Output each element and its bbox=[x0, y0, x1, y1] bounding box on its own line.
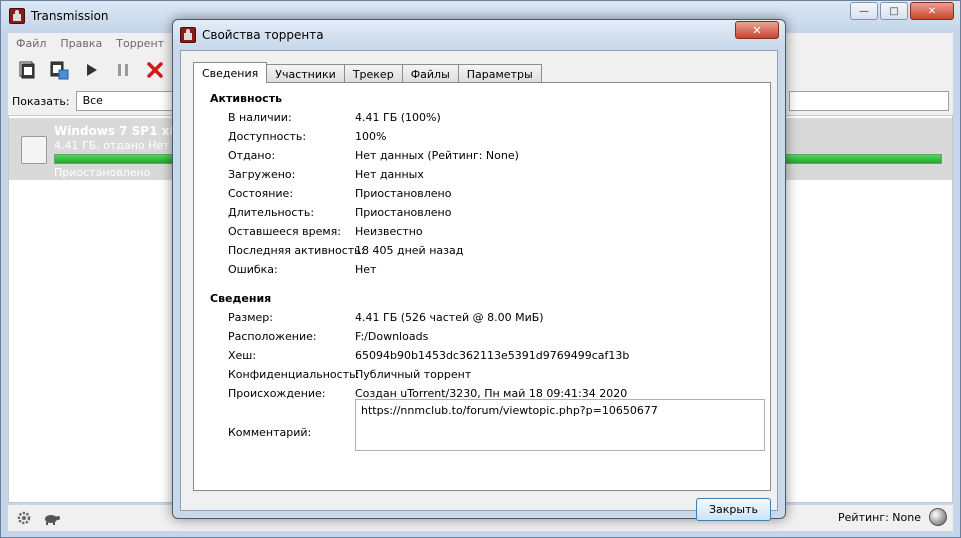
comment-textbox[interactable]: https://nnmclub.to/forum/viewtopic.php?p… bbox=[355, 399, 765, 451]
torrent-status: Приостановлено bbox=[54, 166, 151, 179]
open-torrent-icon bbox=[19, 61, 35, 79]
activity-value: Нет данных bbox=[355, 168, 424, 181]
main-window-title: Transmission bbox=[31, 9, 109, 23]
details-label: Хеш: bbox=[228, 349, 257, 362]
main-titlebar: Transmission bbox=[9, 5, 109, 27]
maximize-button[interactable]: □ bbox=[880, 2, 908, 20]
details-label: Происхождение: bbox=[228, 387, 326, 400]
remove-button[interactable] bbox=[144, 59, 166, 81]
tab-peers[interactable]: Участники bbox=[266, 64, 345, 83]
activity-label: Ошибка: bbox=[228, 263, 278, 276]
dialog-title: Свойства торрента bbox=[202, 28, 324, 42]
activity-label: Оставшееся время: bbox=[228, 225, 341, 238]
torrent-properties-dialog: Свойства торрента ✕ Сведения Участники Т… bbox=[172, 19, 786, 521]
activity-value: Неизвестно bbox=[355, 225, 423, 238]
pause-icon bbox=[118, 64, 128, 76]
activity-value: Нет bbox=[355, 263, 377, 276]
open-url-icon bbox=[50, 61, 69, 80]
torrent-file-icon bbox=[21, 136, 47, 164]
activity-label: Загружено: bbox=[228, 168, 296, 181]
activity-value: 4.41 ГБ (100%) bbox=[355, 111, 441, 124]
dialog-titlebar: Свойства торрента bbox=[180, 25, 324, 45]
menu-file[interactable]: Файл bbox=[16, 37, 46, 50]
start-button[interactable] bbox=[80, 59, 102, 81]
activity-label: В наличии: bbox=[228, 111, 292, 124]
details-value: 65094b90b1453dc362113e5391d9769499caf13b bbox=[355, 349, 630, 362]
gear-icon[interactable] bbox=[16, 510, 32, 526]
filter-label: Показать: bbox=[12, 94, 70, 108]
filter-select[interactable]: Все bbox=[75, 91, 186, 111]
details-panel: Активность В наличии: 4.41 ГБ (100%) Дос… bbox=[193, 82, 771, 491]
details-value: Публичный торрент bbox=[355, 368, 472, 381]
torrent-name: Windows 7 SP1 x86- bbox=[54, 124, 192, 138]
comment-label: Комментарий: bbox=[228, 426, 312, 439]
details-value: 4.41 ГБ (526 частей @ 8.00 МиБ) bbox=[355, 311, 544, 324]
details-heading: Сведения bbox=[210, 292, 272, 305]
activity-heading: Активность bbox=[210, 92, 283, 105]
activity-label: Отдано: bbox=[228, 149, 276, 162]
filter-search-input[interactable] bbox=[789, 91, 949, 111]
dialog-body: Сведения Участники Трекер Файлы Параметр… bbox=[180, 50, 778, 521]
window-controls: — □ ✕ bbox=[850, 2, 954, 20]
activity-label: Доступность: bbox=[228, 130, 307, 143]
menu-edit[interactable]: Правка bbox=[60, 37, 102, 50]
activity-label: Длительность: bbox=[228, 206, 315, 219]
close-window-button[interactable]: ✕ bbox=[910, 2, 954, 20]
activity-value: 18 405 дней назад bbox=[355, 244, 464, 257]
transmission-dialog-icon bbox=[180, 27, 196, 43]
turtle-icon[interactable] bbox=[42, 511, 60, 525]
menu-torrent[interactable]: Торрент bbox=[116, 37, 164, 50]
tab-bar: Сведения Участники Трекер Файлы Параметр… bbox=[193, 62, 542, 83]
transmission-app-icon bbox=[9, 8, 25, 24]
tab-options[interactable]: Параметры bbox=[457, 64, 542, 83]
close-dialog-button[interactable]: Закрыть bbox=[696, 498, 771, 521]
tab-files[interactable]: Файлы bbox=[401, 64, 459, 83]
remove-icon bbox=[147, 62, 163, 78]
torrent-info: 4.41 ГБ, отдано Нет д bbox=[54, 139, 181, 152]
open-torrent-button[interactable] bbox=[16, 59, 38, 81]
details-label: Конфиденциальность: bbox=[228, 368, 360, 381]
status-orb-icon[interactable] bbox=[929, 508, 947, 526]
details-value: F:/Downloads bbox=[355, 330, 429, 343]
tab-tracker[interactable]: Трекер bbox=[343, 64, 403, 83]
details-label: Размер: bbox=[228, 311, 273, 324]
activity-value: Приостановлено bbox=[355, 187, 452, 200]
activity-value: 100% bbox=[355, 130, 387, 143]
minimize-button[interactable]: — bbox=[850, 2, 878, 20]
activity-value: Приостановлено bbox=[355, 206, 452, 219]
activity-value: Нет данных (Рейтинг: None) bbox=[355, 149, 519, 162]
tab-details[interactable]: Сведения bbox=[193, 62, 268, 83]
status-rating: Рейтинг: None bbox=[838, 511, 921, 524]
pause-button[interactable] bbox=[112, 59, 134, 81]
activity-label: Последняя активность: bbox=[228, 244, 365, 257]
activity-label: Состояние: bbox=[228, 187, 294, 200]
play-icon bbox=[87, 64, 97, 76]
dialog-close-button[interactable]: ✕ bbox=[735, 21, 779, 39]
details-label: Расположение: bbox=[228, 330, 317, 343]
open-url-button[interactable] bbox=[48, 59, 70, 81]
